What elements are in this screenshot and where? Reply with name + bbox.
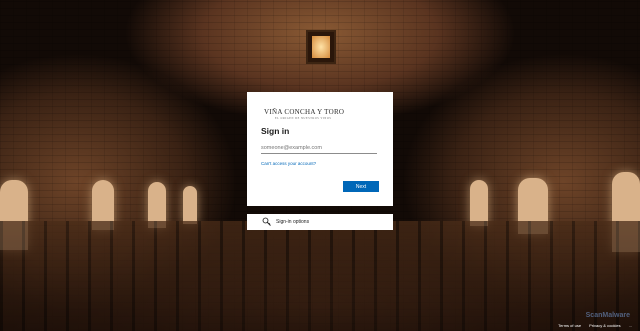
ceiling-lamp: [306, 30, 336, 64]
arch-window-right-2: [470, 180, 488, 226]
email-input[interactable]: [261, 144, 377, 154]
brand-logo: VIÑA CONCHA Y TORO: [264, 108, 345, 116]
signin-card: VIÑA CONCHA Y TORO EL ORIGEN DE NUESTROS…: [247, 92, 393, 206]
cant-access-link[interactable]: Can't access your account?: [261, 161, 379, 166]
next-button[interactable]: Next: [343, 181, 379, 192]
more-options-link[interactable]: ...: [629, 323, 632, 328]
watermark-text: ScanMalware: [585, 312, 630, 319]
key-search-icon: [262, 217, 271, 226]
privacy-link[interactable]: Privacy & cookies: [589, 323, 621, 328]
terms-link[interactable]: Terms of use: [558, 323, 581, 328]
signin-title: Sign in: [261, 126, 290, 136]
signin-options-button[interactable]: Sign-in options: [247, 214, 393, 230]
brand-logo-subtext: EL ORIGEN DE NUESTROS VINOS: [275, 117, 332, 120]
arch-window-left-3: [183, 186, 197, 224]
signin-options-label: Sign-in options: [276, 219, 310, 225]
footer: Terms of use Privacy & cookies ...: [558, 323, 632, 328]
barrel-rows: [0, 221, 640, 331]
